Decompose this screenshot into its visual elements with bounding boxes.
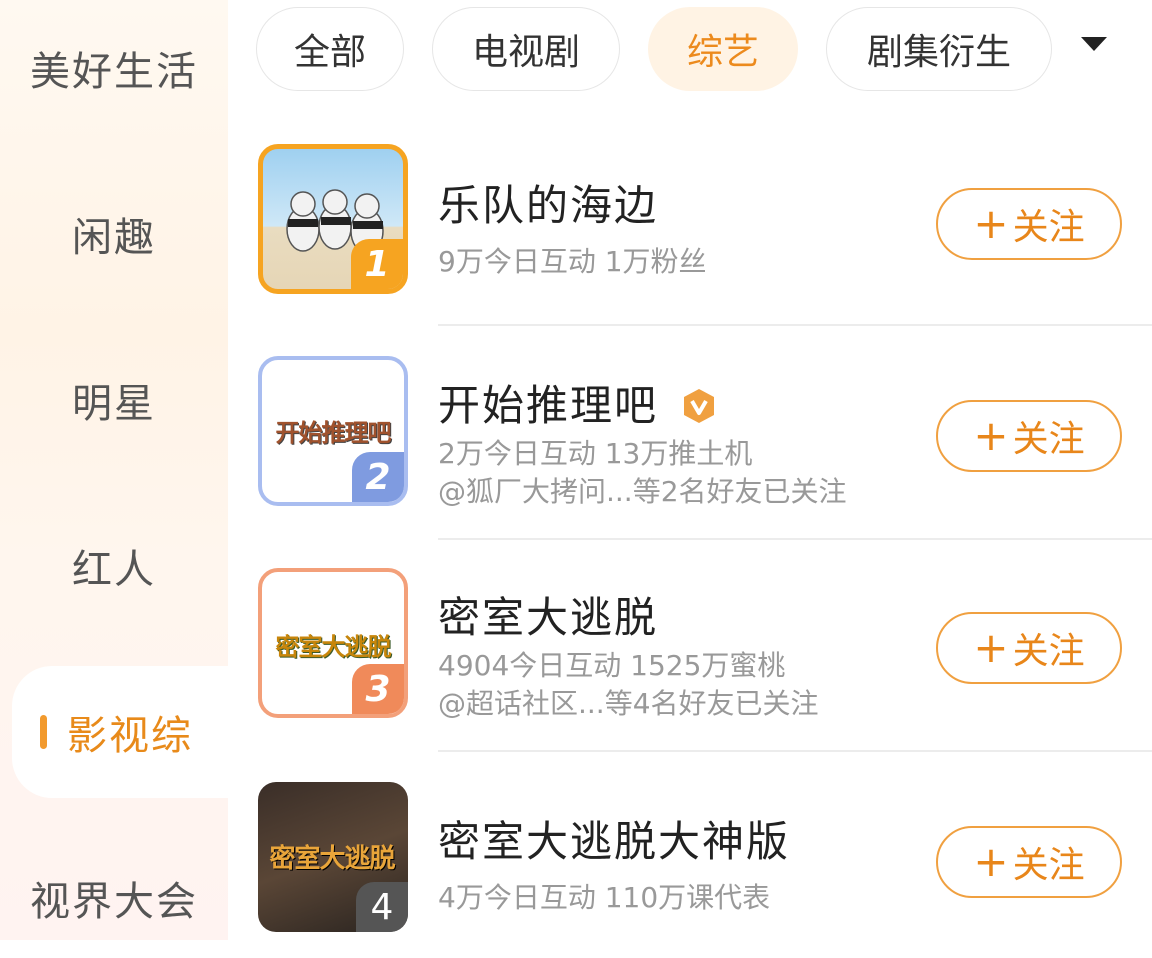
tab-label: 剧集衍生 xyxy=(866,32,1011,73)
divider xyxy=(438,538,1152,540)
rank-badge: 1 xyxy=(351,239,403,289)
follow-button[interactable]: + 关注 xyxy=(936,612,1122,684)
tab-tv[interactable]: 电视剧 xyxy=(432,7,620,91)
item-stats: 9万今日互动 1万粉丝 xyxy=(438,245,707,278)
sidebar-item-mingxing[interactable]: 明星 xyxy=(0,340,228,460)
tab-label: 电视剧 xyxy=(471,32,580,73)
sidebar-item-yingshizong[interactable]: 影视综 xyxy=(12,666,228,798)
list-item[interactable]: 1 乐队的海边 9万今日互动 1万粉丝 + 关注 xyxy=(228,144,1152,356)
tab-derivatives[interactable]: 剧集衍生 xyxy=(826,7,1052,91)
item-title: 密室大逃脱 xyxy=(438,593,659,642)
verified-badge-icon xyxy=(680,386,718,424)
thumb-text: 密室大逃脱 xyxy=(275,632,392,661)
thumbnail: 1 xyxy=(258,144,408,294)
sidebar-item-xianqu[interactable]: 闲趣 xyxy=(0,174,228,294)
item-title: 乐队的海边 xyxy=(438,181,659,230)
active-indicator xyxy=(40,715,47,749)
item-title: 开始推理吧 xyxy=(438,381,659,430)
follow-button[interactable]: + 关注 xyxy=(936,400,1122,472)
tab-label: 综艺 xyxy=(686,32,759,73)
item-title-wrap: 开始推理吧 xyxy=(438,372,718,433)
thumb-text: 密室大逃脱 xyxy=(269,843,395,874)
thumb-text: 开始推理吧 xyxy=(275,418,392,447)
tab-label: 全部 xyxy=(293,32,366,73)
sidebar-item-label: 明星 xyxy=(72,381,156,427)
sidebar-item-label: 闲趣 xyxy=(72,215,156,261)
plus-icon: + xyxy=(973,623,1009,672)
item-stats: 4904今日互动 1525万蜜桃 xyxy=(438,649,786,682)
thumbnail: 密室大逃脱 3 xyxy=(258,568,408,718)
sidebar-item-label: 红人 xyxy=(72,547,156,593)
filter-tabs: 全部 电视剧 综艺 剧集衍生 xyxy=(228,0,1152,110)
follow-label: 关注 xyxy=(1012,207,1085,248)
plus-icon: + xyxy=(973,837,1009,886)
rank-badge: 3 xyxy=(352,664,404,714)
category-sidebar: 美好生活 闲趣 明星 红人 影视综 视界大会 xyxy=(0,0,228,940)
follow-label: 关注 xyxy=(1012,419,1085,460)
caret-down-icon[interactable] xyxy=(1076,26,1112,62)
sidebar-item-hongren[interactable]: 红人 xyxy=(0,506,228,626)
plus-icon: + xyxy=(973,411,1009,460)
follow-button[interactable]: + 关注 xyxy=(936,188,1122,260)
sidebar-item-meihao[interactable]: 美好生活 xyxy=(0,8,228,128)
divider xyxy=(438,750,1152,752)
tab-variety[interactable]: 综艺 xyxy=(648,7,798,91)
plus-icon: + xyxy=(973,199,1009,248)
list-item[interactable]: 密室大逃脱 4 密室大逃脱大神版 4万今日互动 110万课代表 + 关注 xyxy=(228,782,1152,940)
sidebar-item-shijie[interactable]: 视界大会 xyxy=(0,838,228,958)
follow-label: 关注 xyxy=(1012,631,1085,672)
tab-all[interactable]: 全部 xyxy=(256,7,404,91)
item-title: 密室大逃脱大神版 xyxy=(438,817,791,866)
thumbnail: 开始推理吧 2 xyxy=(258,356,408,506)
thumbnail: 密室大逃脱 4 xyxy=(258,782,408,932)
divider xyxy=(438,324,1152,326)
item-friends: @超话社区...等4名好友已关注 xyxy=(438,687,819,720)
list-item[interactable]: 开始推理吧 2 开始推理吧 2万今日互动 13万推土机 @狐厂大拷问...等2名… xyxy=(228,356,1152,568)
rank-badge: 4 xyxy=(356,882,408,932)
item-stats: 2万今日互动 13万推土机 xyxy=(438,437,753,470)
list-item[interactable]: 密室大逃脱 3 密室大逃脱 4904今日互动 1525万蜜桃 @超话社区...等… xyxy=(228,568,1152,780)
item-friends: @狐厂大拷问...等2名好友已关注 xyxy=(438,475,847,508)
rank-badge: 2 xyxy=(352,452,404,502)
item-stats: 4万今日互动 110万课代表 xyxy=(438,881,771,914)
follow-label: 关注 xyxy=(1012,845,1085,886)
sidebar-item-label: 视界大会 xyxy=(30,879,198,925)
sidebar-item-label: 美好生活 xyxy=(30,49,198,95)
sidebar-item-label: 影视综 xyxy=(67,713,193,759)
follow-button[interactable]: + 关注 xyxy=(936,826,1122,898)
